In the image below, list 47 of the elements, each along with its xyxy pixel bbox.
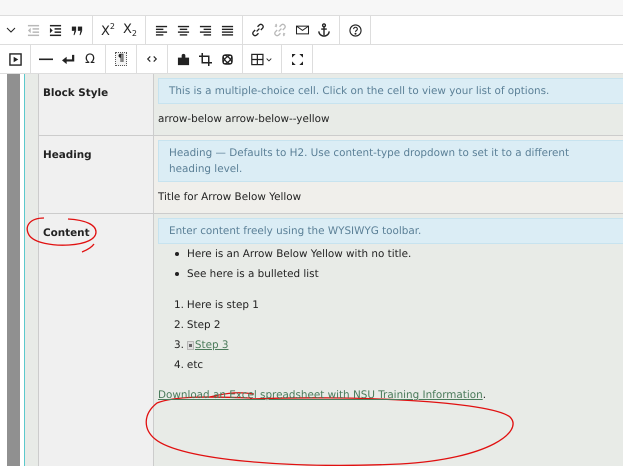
align-center-icon — [176, 24, 190, 36]
envelope-icon — [294, 24, 310, 36]
list-number: 3. — [174, 339, 184, 351]
list-item-text: Step 2 — [186, 319, 220, 331]
indent-icon — [48, 24, 62, 36]
list-item-text: Here is step 1 — [186, 299, 259, 311]
broken-link-icon — [273, 23, 287, 37]
hint-text: This is a multiple-choice cell. Click on the cell to view your list of options. — [169, 84, 550, 99]
step-link[interactable]: Step 3 — [194, 339, 228, 351]
field-value[interactable]: Title for Arrow Below Yellow — [158, 191, 302, 203]
field-label: Content — [43, 227, 90, 239]
justify-icon — [220, 24, 234, 36]
outdent-icon — [26, 24, 40, 36]
punctuation: . — [482, 389, 486, 401]
fullscreen-icon — [292, 54, 302, 64]
puzzle-icon — [176, 52, 190, 66]
hint-text: Heading — Defaults to H2. Use content-type dropdown to set it to a different heading level. — [169, 146, 570, 177]
format-button[interactable]: X$^{2}$ — [97, 19, 119, 41]
field-value[interactable]: arrow-below arrow-below--yellow — [158, 113, 330, 125]
list-item-text: See here is a bulleted list — [187, 268, 319, 280]
horizontal-line-icon — [39, 58, 53, 60]
format-button[interactable]: Ω — [79, 48, 101, 70]
atom-icon — [220, 52, 234, 66]
list-number: 4. — [174, 359, 184, 371]
bullet-icon — [175, 252, 179, 256]
play-icon — [8, 52, 22, 66]
align-right-icon — [198, 24, 212, 36]
show-blocks-button[interactable]: ¶ — [115, 52, 127, 66]
table-icon — [250, 52, 274, 66]
hint-text: Enter content freely using the WYSIWYG toolbar. — [169, 224, 422, 239]
placeholder-icon — [186, 340, 194, 350]
format-button[interactable]: X$_{2}$ — [119, 19, 141, 41]
list-number: 1. — [174, 299, 184, 311]
field-label: Heading — [43, 149, 92, 161]
field-label: Block Style — [43, 87, 108, 99]
align-left-icon — [154, 24, 168, 36]
bullet-icon — [175, 272, 179, 276]
quote-icon — [71, 24, 83, 36]
anchor-icon — [317, 23, 331, 37]
code-icon — [146, 54, 158, 64]
help-icon — [348, 24, 362, 36]
return-arrow-icon — [60, 52, 76, 66]
list-item-text: Here is an Arrow Below Yellow with no title. — [187, 248, 412, 260]
crop-icon — [198, 52, 212, 66]
link-icon — [251, 23, 265, 37]
list-item-text: etc — [186, 359, 204, 371]
list-number: 2. — [174, 319, 184, 331]
